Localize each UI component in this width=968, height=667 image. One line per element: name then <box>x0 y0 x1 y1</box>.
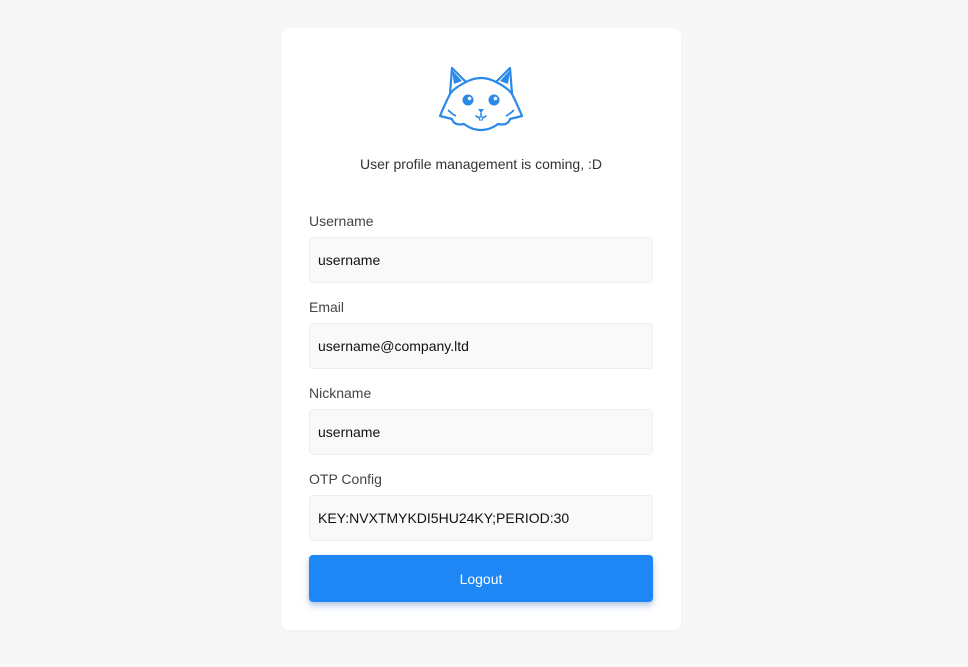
profile-card: User profile management is coming, :D Us… <box>281 28 681 630</box>
nickname-input[interactable] <box>309 409 653 455</box>
email-input[interactable] <box>309 323 653 369</box>
otp-config-input[interactable] <box>309 495 653 541</box>
nickname-label: Nickname <box>309 385 372 401</box>
otp-config-label: OTP Config <box>309 471 382 487</box>
logout-button[interactable]: Logout <box>309 555 653 602</box>
username-input[interactable] <box>309 237 653 283</box>
cat-face-icon <box>438 66 524 132</box>
email-label: Email <box>309 299 345 315</box>
page-subtitle: User profile management is coming, :D <box>360 156 602 172</box>
username-label: Username <box>309 213 374 229</box>
